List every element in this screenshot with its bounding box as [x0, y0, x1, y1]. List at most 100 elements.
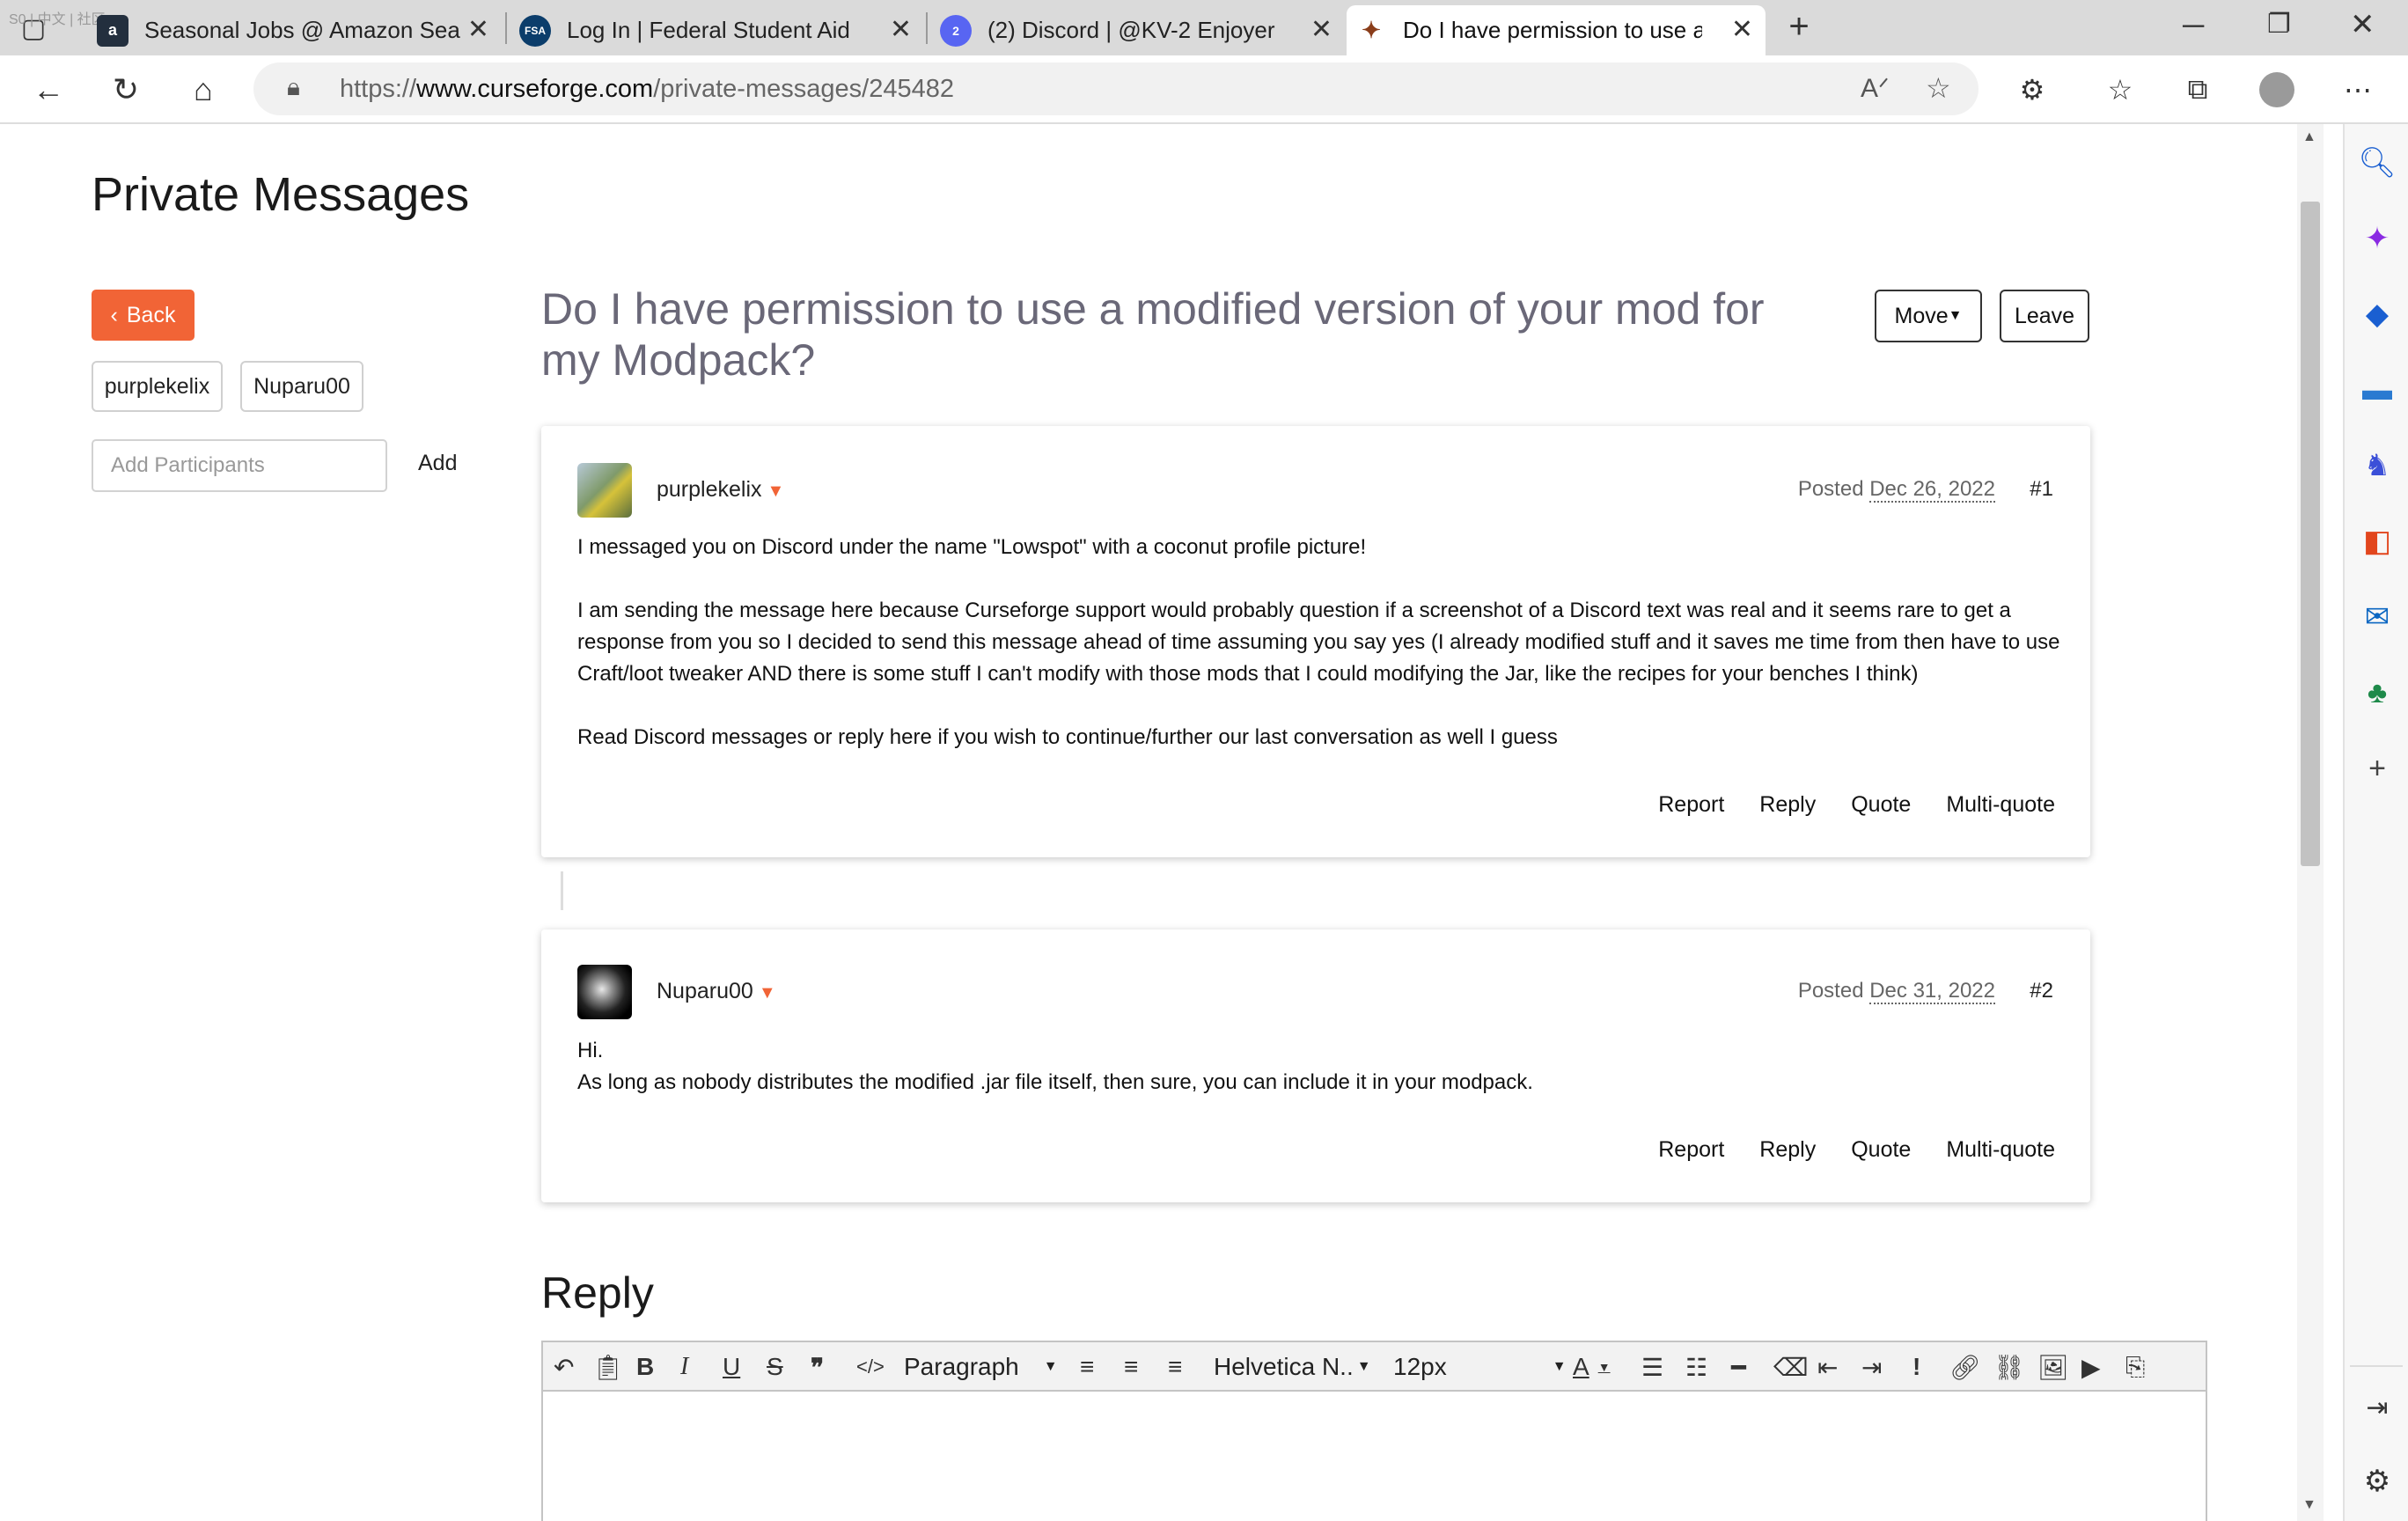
tools-icon[interactable]: ▬ [2356, 369, 2398, 411]
reply-heading: Reply [541, 1268, 654, 1318]
restore-button[interactable]: ❐ [2267, 9, 2291, 40]
outdent-icon[interactable]: ⇤ [1817, 1353, 1838, 1381]
url-text[interactable]: https://www.curseforge.com/private-messa… [340, 75, 954, 104]
copilot-icon[interactable]: ✦ [2356, 217, 2398, 260]
message-card: Nuparu00 ▼ Posted Dec 31, 2022 #2 Hi. As … [541, 930, 2090, 1202]
video-icon[interactable]: ▶ [2081, 1353, 2101, 1381]
close-tab-icon[interactable]: ✕ [1731, 14, 1753, 45]
tab-amazon[interactable]: a Seasonal Jobs @ Amazon Search ✕ [88, 5, 502, 55]
scrollbar-thumb[interactable] [2301, 202, 2320, 866]
font-family-select[interactable]: Helvetica N.. ▼ [1214, 1353, 1371, 1381]
close-tab-icon[interactable]: ✕ [890, 14, 912, 45]
fsa-favicon-icon: FSA [519, 14, 551, 47]
text-color-icon[interactable]: A ▼ [1573, 1353, 1611, 1381]
paragraph-format-select[interactable]: Paragraph ▼ [904, 1353, 1058, 1381]
back-arrow-icon[interactable]: ← [25, 66, 72, 114]
read-aloud-icon[interactable]: Aᐟ [1861, 73, 1890, 104]
games-icon[interactable]: ♞ [2356, 445, 2398, 487]
tab-title: Log In | Federal Student Aid [567, 17, 850, 43]
tab-discord[interactable]: 2 (2) Discord | @KV-2 Enjoyer ✕ [931, 5, 1345, 55]
leave-button[interactable]: Leave [2000, 290, 2089, 342]
report-button[interactable]: Report [1658, 792, 1724, 818]
message-card: purplekelix ▼ Posted Dec 26, 2022 #1 I me… [541, 426, 2090, 857]
paste-icon[interactable]: 📋︎ [592, 1353, 624, 1381]
unlink-icon[interactable]: ⛓ [1993, 1353, 2025, 1381]
align-justify-icon[interactable]: ≡ [1168, 1353, 1182, 1381]
lock-icon[interactable]: 🔒︎ [287, 73, 300, 102]
numbered-list-icon[interactable]: ☷ [1685, 1353, 1707, 1381]
author-dropdown-icon[interactable]: ▼ [767, 481, 785, 501]
search-icon[interactable]: 🔍︎ [2356, 142, 2398, 184]
thread-title: Do I have permission to use a modified v… [541, 284, 1765, 385]
report-button[interactable]: Report [1658, 1137, 1724, 1163]
tab-fsa[interactable]: FSA Log In | Federal Student Aid ✕ [510, 5, 924, 55]
participant-purplekelix[interactable]: purplekelix [92, 361, 223, 412]
add-sidebar-icon[interactable]: + [2356, 747, 2398, 790]
scroll-down-arrow-icon[interactable]: ▼ [2302, 1497, 2316, 1513]
hide-sidebar-icon[interactable]: ⇥ [2356, 1386, 2398, 1429]
reply-button[interactable]: Reply [1759, 792, 1816, 818]
avatar[interactable] [577, 463, 632, 518]
underline-icon[interactable]: U [723, 1353, 740, 1381]
address-bar[interactable]: 🔒︎ https://www.curseforge.com/private-me… [253, 62, 1979, 115]
page-scrollbar[interactable]: ▲ ▼ [2297, 124, 2324, 1521]
source-code-icon[interactable]: ⎘ [2125, 1353, 2145, 1381]
favorites-icon[interactable]: ☆ [2096, 66, 2144, 114]
link-icon[interactable]: 🔗︎ [1949, 1353, 1981, 1381]
multi-quote-button[interactable]: Multi-quote [1946, 1137, 2055, 1163]
font-size-select[interactable]: 12px ▼ [1393, 1353, 1567, 1381]
participant-nuparu00[interactable]: Nuparu00 [240, 361, 363, 412]
post-number[interactable]: #1 [2030, 477, 2053, 502]
quote-button[interactable]: Quote [1851, 792, 1911, 818]
more-options-icon[interactable]: ⋯ [2334, 66, 2382, 114]
refresh-icon[interactable]: ↻ [102, 66, 150, 114]
horizontal-rule-icon[interactable]: ━ [1731, 1353, 1746, 1381]
avatar[interactable] [577, 965, 632, 1019]
discord-favicon-icon: 2 [940, 14, 972, 47]
profile-avatar[interactable] [2253, 66, 2301, 114]
settings-gear-icon[interactable]: ⚙ [2356, 1460, 2398, 1503]
close-tab-icon[interactable]: ✕ [467, 14, 489, 45]
new-tab-button[interactable]: + [1780, 7, 1818, 46]
tab-curseforge[interactable]: ✦ Do I have permission to use a mo ✕ [1347, 5, 1766, 55]
reply-editor[interactable]: ↶ 📋︎ B I U S ❞ </> Paragraph ▼ ≡ ≡ ≡ Helv… [541, 1341, 2207, 1521]
close-tab-icon[interactable]: ✕ [1310, 14, 1332, 45]
bullet-list-icon[interactable]: ☰ [1641, 1353, 1663, 1381]
add-favorite-icon[interactable]: ☆ [1926, 71, 1951, 105]
blockquote-icon[interactable]: ❞ [811, 1353, 824, 1381]
image-icon[interactable]: 🖼︎ [2037, 1353, 2069, 1381]
clear-format-icon[interactable]: ⌫ [1773, 1353, 1809, 1381]
collections-icon[interactable]: ⧉ [2174, 66, 2221, 114]
strikethrough-icon[interactable]: S [767, 1353, 783, 1381]
author-name[interactable]: Nuparu00 ▼ [657, 979, 776, 1004]
indent-icon[interactable]: ⇥ [1861, 1353, 1882, 1381]
minimize-button[interactable]: ─ [2183, 9, 2204, 43]
home-icon[interactable]: ⌂ [180, 66, 227, 114]
author-name[interactable]: purplekelix ▼ [657, 477, 784, 503]
code-icon[interactable]: </> [856, 1353, 885, 1381]
undo-icon[interactable]: ↶ [554, 1353, 574, 1381]
post-number[interactable]: #2 [2030, 979, 2053, 1003]
add-participants-input[interactable]: Add Participants [92, 439, 387, 492]
author-dropdown-icon[interactable]: ▼ [759, 983, 776, 1003]
quote-button[interactable]: Quote [1851, 1137, 1911, 1163]
shopping-tag-icon[interactable]: ◆ [2356, 293, 2398, 335]
italic-icon[interactable]: I [680, 1353, 688, 1381]
spoiler-icon[interactable]: ! [1912, 1353, 1920, 1381]
office-icon[interactable]: ◧ [2356, 520, 2398, 562]
align-left-icon[interactable]: ≡ [1080, 1353, 1094, 1381]
align-center-icon[interactable]: ≡ [1124, 1353, 1138, 1381]
move-button[interactable]: Move ▼ [1875, 290, 1982, 342]
scroll-up-arrow-icon[interactable]: ▲ [2302, 129, 2316, 145]
close-window-button[interactable]: ✕ [2350, 7, 2375, 42]
extensions-icon[interactable]: ⚙︎ [2008, 66, 2056, 114]
add-participant-button[interactable]: Add [418, 451, 457, 476]
bold-icon[interactable]: B [636, 1353, 654, 1381]
back-button[interactable]: ‹ Back [92, 290, 195, 341]
outlook-icon[interactable]: ✉ [2356, 596, 2398, 638]
reply-button[interactable]: Reply [1759, 1137, 1816, 1163]
tab-title: Seasonal Jobs @ Amazon Search [144, 17, 461, 43]
tree-icon[interactable]: ♣ [2356, 672, 2398, 714]
multi-quote-button[interactable]: Multi-quote [1946, 792, 2055, 818]
message-body: I messaged you on Discord under the name… [577, 532, 2065, 753]
